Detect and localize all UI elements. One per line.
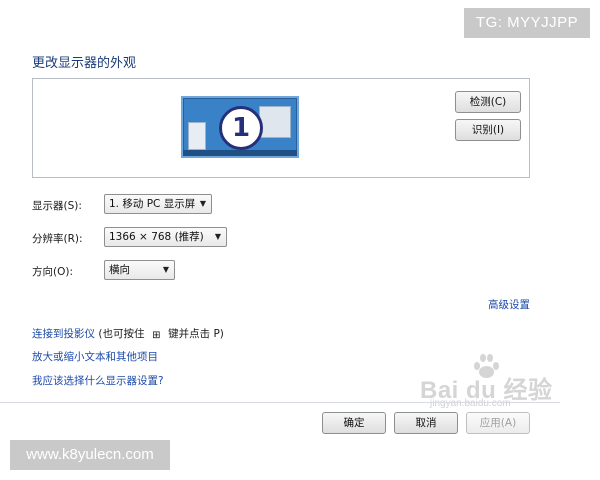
windows-logo-icon: ⊞ [152,330,161,341]
monitor-number-badge: 1 [219,106,263,150]
chevron-down-icon: ▼ [214,232,221,241]
apply-button[interactable]: 应用(A) [466,412,530,434]
ok-button[interactable]: 确定 [322,412,386,434]
which-settings-link[interactable]: 我应该选择什么显示器设置? [32,373,164,388]
monitor-arrangement-panel: 1 检测(C) 识别(I) [32,78,530,178]
identify-button[interactable]: 识别(I) [455,119,521,141]
connect-projector-link[interactable]: 连接到投影仪 [32,328,95,340]
baidu-sub-text: jingyan.baidu.com [430,398,511,409]
display-select-value: 1. 移动 PC 显示屏 [109,198,196,210]
resolution-select-value: 1366 × 768 (推荐) [109,231,204,243]
detect-button[interactable]: 检测(C) [455,91,521,113]
monitor-preview-taskbar [183,150,297,156]
advanced-settings-link[interactable]: 高级设置 [488,297,530,312]
watermark-top: TG: MYYJJPP [464,8,590,38]
monitor-preview-window-icon [188,122,206,150]
text-size-link[interactable]: 放大或缩小文本和其他项目 [32,349,158,364]
footer-divider [0,402,560,403]
orientation-label: 方向(O): [32,266,73,278]
orientation-select-value: 横向 [109,264,130,276]
resolution-select[interactable]: 1366 × 768 (推荐) ▼ [104,227,227,247]
display-select[interactable]: 1. 移动 PC 显示屏 ▼ [104,194,212,214]
display-label: 显示器(S): [32,200,82,212]
projector-hint-prefix: (也可按住 [98,328,145,340]
projector-hint-suffix: 键并点击 P) [168,328,224,340]
baidu-watermark-logo: Bai du 经验 jingyan.baidu.com [420,352,590,412]
projector-line: 连接到投影仪 (也可按住 ⊞ 键并点击 P) [32,326,224,341]
watermark-bottom: www.k8yulecn.com [10,440,170,470]
monitor-1-thumbnail[interactable]: 1 [181,96,299,158]
page-title: 更改显示器的外观 [32,56,137,71]
chevron-down-icon: ▼ [199,199,206,208]
monitor-preview-window-icon [259,106,291,138]
chevron-down-icon: ▼ [162,265,169,274]
cancel-button[interactable]: 取消 [394,412,458,434]
resolution-label: 分辨率(R): [32,233,83,245]
orientation-select[interactable]: 横向 ▼ [104,260,175,280]
